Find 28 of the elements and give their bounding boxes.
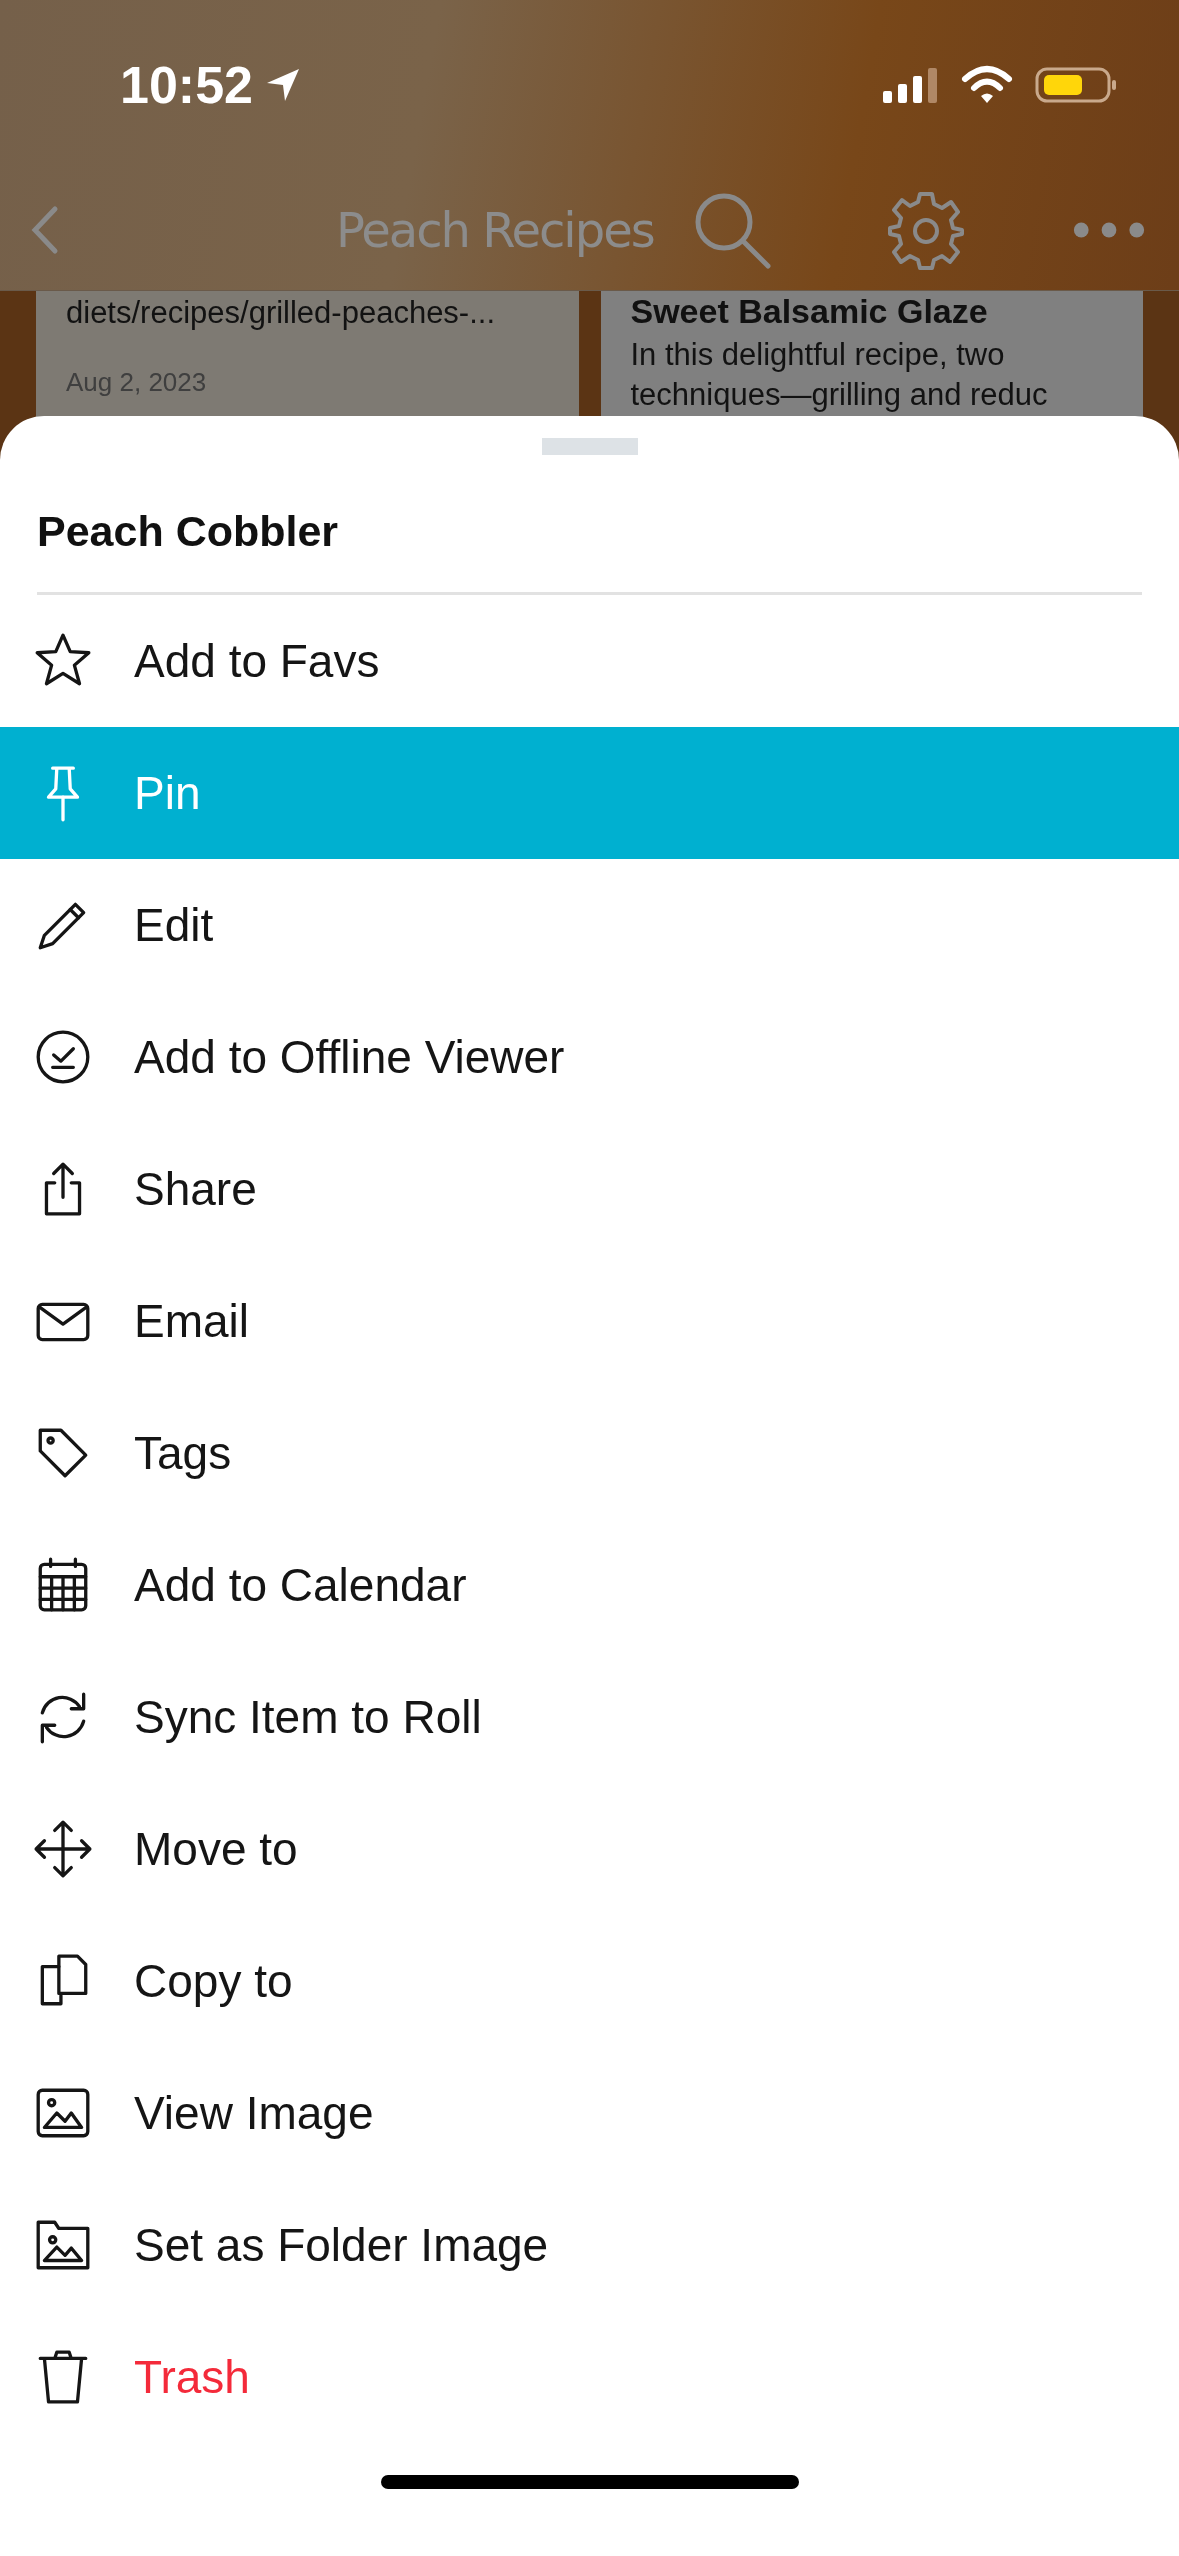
menu-item[interactable]: Edit xyxy=(0,859,1179,991)
wifi-icon xyxy=(961,65,1013,105)
back-chevron-icon[interactable] xyxy=(30,205,60,255)
menu-item[interactable]: Share xyxy=(0,1123,1179,1255)
menu-item[interactable]: Move to xyxy=(0,1783,1179,1915)
settings-icon[interactable] xyxy=(885,190,966,270)
battery-icon xyxy=(1035,65,1119,105)
card-date: Aug 2, 2023 xyxy=(66,367,208,398)
card-text: In this delightful recipe, two xyxy=(630,336,1006,374)
menu-item[interactable]: Tags xyxy=(0,1387,1179,1519)
card-text: diets/recipes/grilled-peaches-... xyxy=(66,294,497,332)
menu-item[interactable]: Copy to xyxy=(0,1915,1179,2047)
page-title: Peach Recipes xyxy=(336,202,654,258)
menu-item[interactable]: Trash xyxy=(0,2311,1179,2443)
card-text: techniques—grilling and reduc xyxy=(630,376,1049,414)
drag-handle[interactable] xyxy=(541,438,638,455)
menu-item[interactable]: Add to Calendar xyxy=(0,1519,1179,1651)
sheet-title: Peach Cobbler xyxy=(36,506,340,557)
move-arrows-icon xyxy=(32,1818,94,1880)
menu-item[interactable]: Add to Offline Viewer xyxy=(0,991,1179,1123)
menu-item[interactable]: Email xyxy=(0,1255,1179,1387)
card-title: Sweet Balsamic Glaze xyxy=(630,291,989,331)
more-icon[interactable] xyxy=(1071,220,1146,240)
menu-item[interactable]: View Image xyxy=(0,2047,1179,2179)
status-time: 10:52 xyxy=(120,55,253,115)
menu-item[interactable]: Add to Favs xyxy=(0,595,1179,727)
menu-item[interactable]: Sync Item to Roll xyxy=(0,1651,1179,1783)
menu-item[interactable]: Set as Folder Image xyxy=(0,2179,1179,2311)
